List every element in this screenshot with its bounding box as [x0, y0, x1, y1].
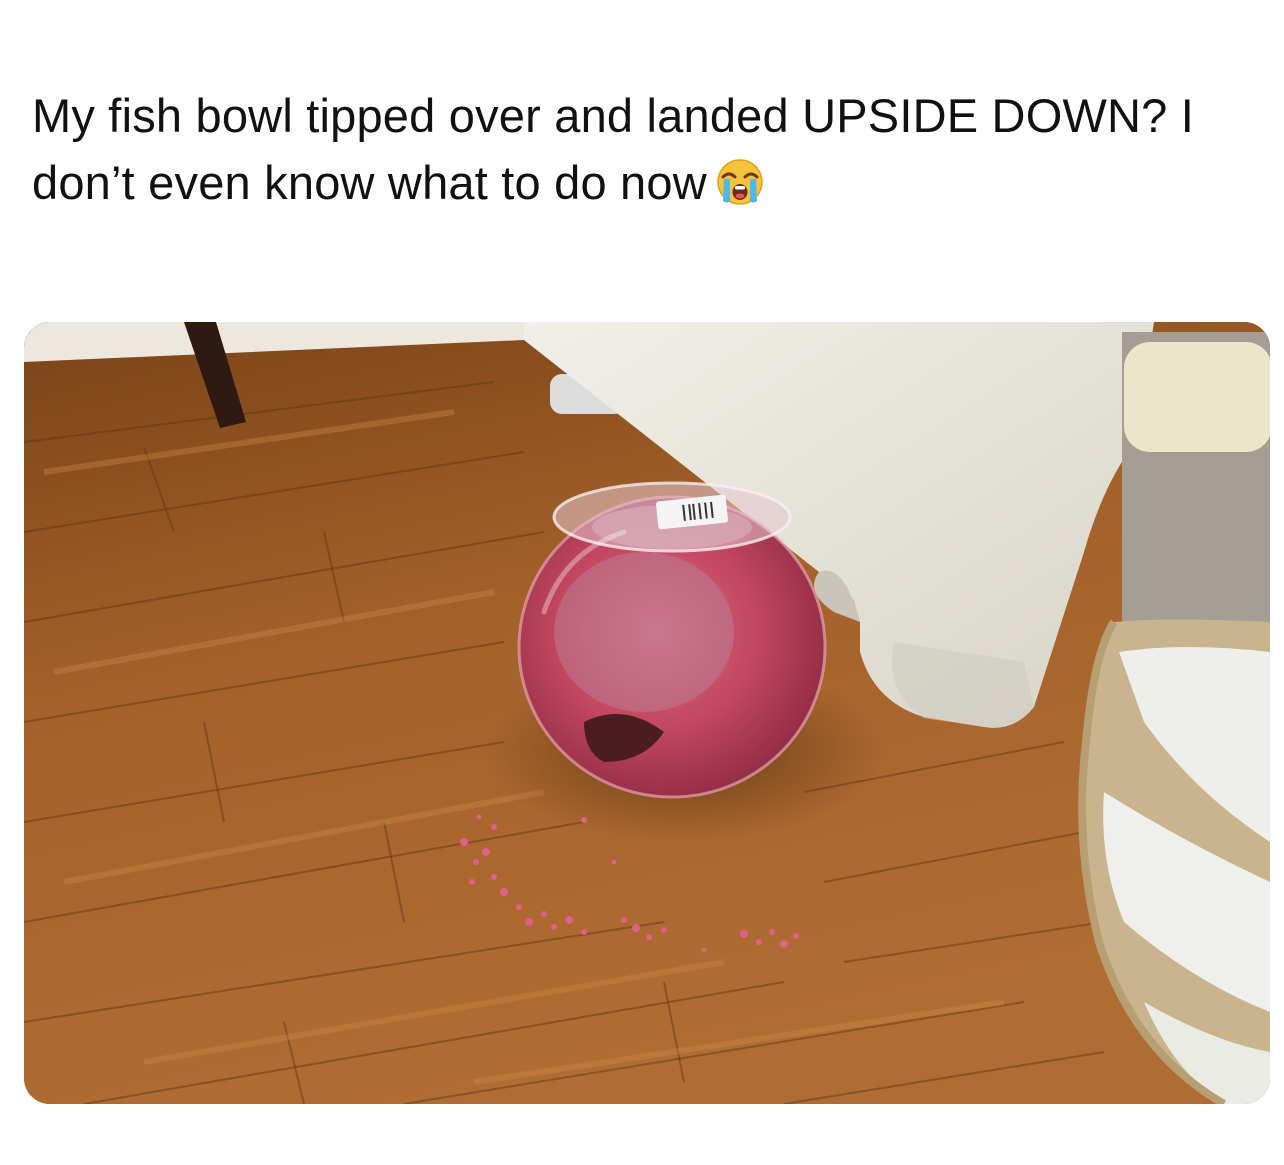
fish-bowl-photo — [24, 322, 1270, 1104]
caption-text: My fish bowl tipped over and landed UPSI… — [32, 89, 1195, 209]
post-photo — [24, 322, 1270, 1104]
loudly-crying-face-icon — [717, 159, 763, 205]
post-caption: My fish bowl tipped over and landed UPSI… — [32, 82, 1262, 216]
upside-down-fish-bowl — [517, 481, 827, 799]
